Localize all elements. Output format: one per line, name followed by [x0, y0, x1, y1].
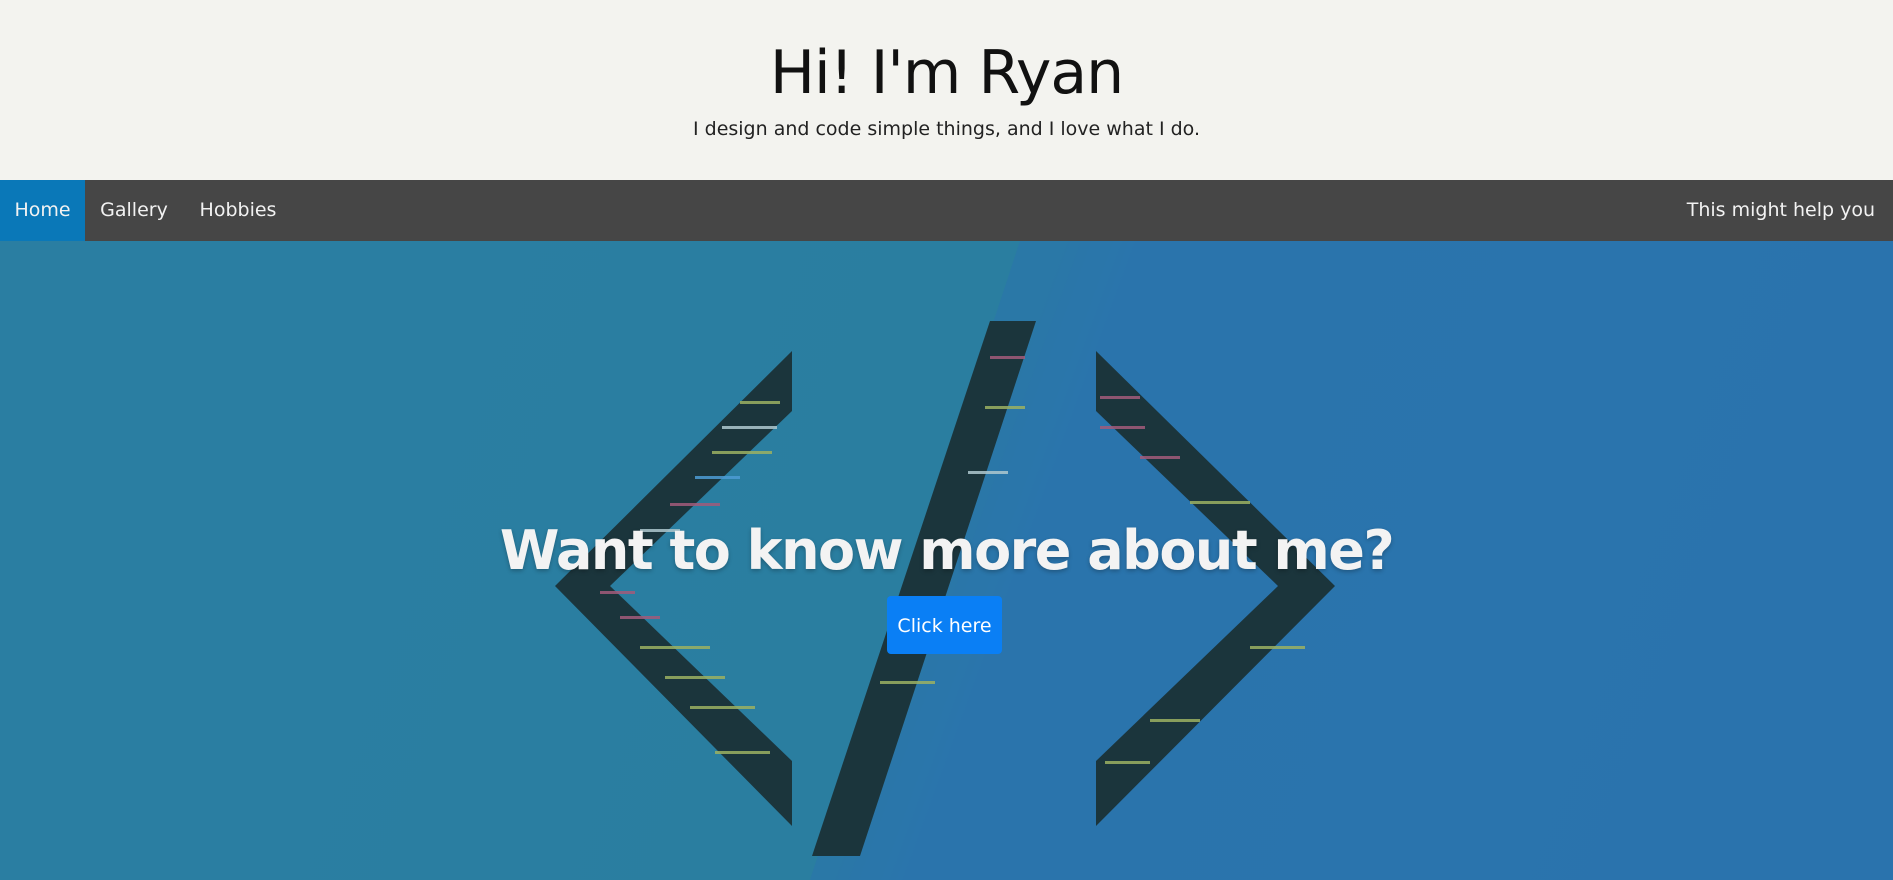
nav-item-hobbies[interactable]: Hobbies — [186, 180, 290, 241]
navbar: Home Gallery Hobbies This might help you — [0, 180, 1893, 241]
hero-heading: Want to know more about me? — [499, 519, 1395, 582]
hero-banner: Want to know more about me? Click here — [0, 241, 1893, 880]
site-header: Hi! I'm Ryan I design and code simple th… — [0, 0, 1893, 180]
nav-item-help[interactable]: This might help you — [1687, 180, 1875, 241]
tagline: I design and code simple things, and I l… — [692, 118, 1201, 140]
page-title: Hi! I'm Ryan — [769, 38, 1124, 108]
nav-item-gallery[interactable]: Gallery — [88, 180, 180, 241]
nav-item-home[interactable]: Home — [0, 180, 85, 241]
click-here-button[interactable]: Click here — [887, 596, 1002, 654]
